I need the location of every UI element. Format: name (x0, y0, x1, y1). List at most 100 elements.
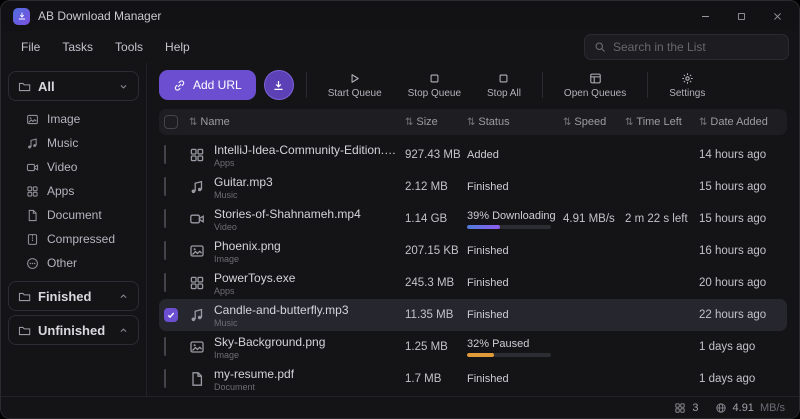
quick-download-button[interactable] (264, 70, 294, 100)
menu-help[interactable]: Help (155, 36, 200, 58)
column-header-name[interactable]: Name (189, 116, 405, 128)
column-header-date-added[interactable]: Date Added (699, 116, 787, 128)
row-checkbox[interactable] (164, 273, 166, 292)
global-speed-value: 4.91 (733, 402, 754, 414)
close-button[interactable] (759, 3, 795, 29)
stop-queue-button[interactable]: Stop Queue (399, 70, 470, 101)
sidebar-item-label: Compressed (47, 232, 115, 246)
table-row[interactable]: Guitar.mp3Music 2.12 MB Finished 15 hour… (159, 171, 787, 203)
sidebar-section-all[interactable]: All (8, 71, 139, 101)
sidebar-section-unfinished[interactable]: Unfinished (8, 315, 139, 345)
app-logo-icon (13, 8, 30, 25)
stop-all-button[interactable]: Stop All (478, 70, 530, 101)
column-header-time-left[interactable]: Time Left (625, 116, 699, 128)
status-text: 39% Downloading (467, 210, 563, 222)
progress-bar (467, 353, 551, 357)
minimize-button[interactable] (687, 3, 723, 29)
folder-icon (18, 290, 31, 303)
sidebar-item-label: Video (47, 160, 77, 174)
file-type: Document (214, 382, 294, 392)
video-icon (189, 211, 205, 227)
table-row[interactable]: Stories-of-Shahnameh.mp4Video 1.14 GB 39… (159, 203, 787, 235)
table-row[interactable]: IntelliJ-Idea-Community-Edition.exeApps … (159, 139, 787, 171)
table-row[interactable]: PowerToys.exeApps 245.3 MB Finished 20 h… (159, 267, 787, 299)
table-row[interactable]: Sky-Background.pngImage 1.25 MB 32% Paus… (159, 331, 787, 363)
open-queues-button[interactable]: Open Queues (555, 70, 635, 101)
file-name: IntelliJ-Idea-Community-Edition.exe (214, 143, 397, 157)
globe-icon (715, 402, 727, 414)
title-bar: AB Download Manager (1, 1, 799, 31)
row-checkbox[interactable] (164, 369, 166, 388)
table-row[interactable]: Phoenix.pngImage 207.15 KB Finished 16 h… (159, 235, 787, 267)
download-count-value: 3 (692, 402, 698, 414)
file-size: 11.35 MB (405, 309, 467, 321)
row-checkbox[interactable] (164, 145, 166, 164)
toolbar-divider (306, 72, 307, 98)
folder-icon (18, 80, 31, 93)
file-type: Apps (214, 286, 295, 296)
add-url-button[interactable]: Add URL (159, 70, 256, 100)
search-input[interactable] (613, 40, 779, 54)
open-queues-label: Open Queues (564, 88, 626, 99)
file-name: Candle-and-butterfly.mp3 (214, 303, 349, 317)
file-name: Guitar.mp3 (214, 175, 273, 189)
sidebar-item-compressed[interactable]: Compressed (18, 227, 139, 251)
row-checkbox[interactable] (164, 241, 166, 260)
column-header-status[interactable]: Status (467, 116, 563, 128)
menu-tasks[interactable]: Tasks (52, 36, 103, 58)
global-speed: 4.91 MB/s (715, 402, 785, 414)
status-bar: 3 4.91 MB/s (1, 396, 799, 418)
toolbar: Add URL Start Queue Stop Queue Stop All (147, 63, 799, 107)
progress-fill (467, 353, 494, 357)
file-name: Stories-of-Shahnameh.mp4 (214, 207, 361, 221)
sidebar-item-label: Music (47, 136, 78, 150)
date-added: 15 hours ago (699, 213, 787, 225)
toolbar-divider (542, 72, 543, 98)
file-size: 2.12 MB (405, 181, 467, 193)
row-checkbox[interactable] (164, 337, 166, 356)
file-type: Video (214, 222, 361, 232)
image-icon (26, 113, 39, 126)
sort-icon (699, 116, 707, 128)
sidebar-section-finished[interactable]: Finished (8, 281, 139, 311)
column-header-speed[interactable]: Speed (563, 116, 625, 128)
sort-icon (467, 116, 475, 128)
apps-icon (189, 147, 205, 163)
status-text: Finished (467, 245, 563, 257)
start-queue-button[interactable]: Start Queue (319, 70, 391, 101)
row-checkbox[interactable] (164, 177, 166, 196)
menu-file[interactable]: File (11, 36, 50, 58)
row-checkbox[interactable] (164, 209, 166, 228)
file-size: 1.14 GB (405, 213, 467, 225)
sidebar-item-video[interactable]: Video (18, 155, 139, 179)
select-all-checkbox[interactable] (164, 115, 178, 129)
music-icon (189, 179, 205, 195)
music-icon (26, 137, 39, 150)
toolbar-divider (647, 72, 648, 98)
sidebar-item-music[interactable]: Music (18, 131, 139, 155)
status-text: Finished (467, 181, 563, 193)
settings-label: Settings (669, 88, 705, 99)
sidebar-item-document[interactable]: Document (18, 203, 139, 227)
document-icon (189, 371, 205, 387)
global-speed-unit: MB/s (760, 402, 785, 414)
table-row-selected[interactable]: Candle-and-butterfly.mp3Music 11.35 MB F… (159, 299, 787, 331)
sidebar-item-apps[interactable]: Apps (18, 179, 139, 203)
sidebar-item-other[interactable]: Other (18, 251, 139, 275)
search-box[interactable] (584, 34, 789, 60)
menu-bar: File Tasks Tools Help (1, 31, 799, 63)
sidebar-section-label: Unfinished (38, 323, 105, 338)
file-size: 927.43 MB (405, 149, 467, 161)
settings-button[interactable]: Settings (660, 70, 714, 101)
sidebar-item-image[interactable]: Image (18, 107, 139, 131)
maximize-button[interactable] (723, 3, 759, 29)
row-checkbox-checked[interactable] (164, 308, 178, 322)
menu-tools[interactable]: Tools (105, 36, 153, 58)
status-text: Finished (467, 373, 563, 385)
column-header-size[interactable]: Size (405, 116, 467, 128)
play-icon (348, 72, 361, 85)
date-added: 22 hours ago (699, 309, 787, 321)
folder-icon (18, 324, 31, 337)
music-icon (189, 307, 205, 323)
table-row[interactable]: my-resume.pdfDocument 1.7 MB Finished 1 … (159, 363, 787, 395)
